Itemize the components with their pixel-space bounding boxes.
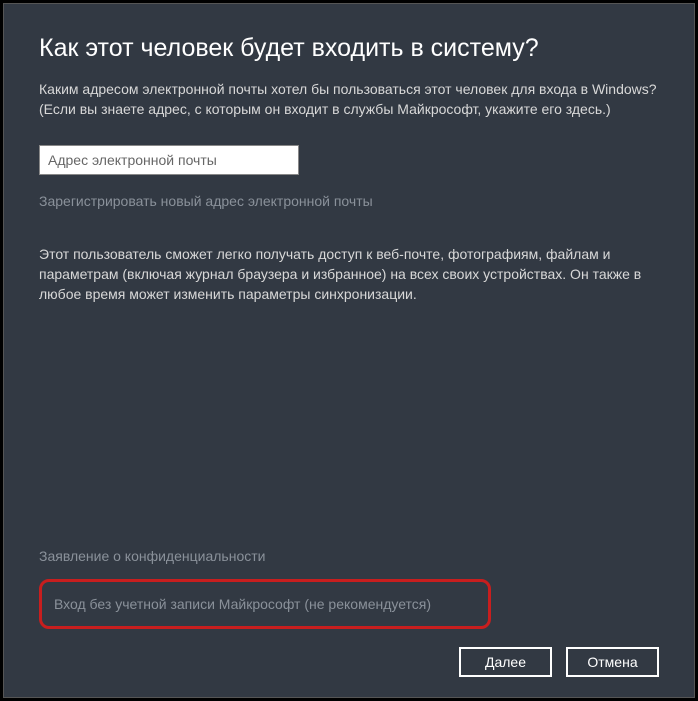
- spacer: [39, 324, 659, 548]
- window-frame: Как этот человек будет входить в систему…: [0, 0, 698, 701]
- sync-info-text: Этот пользователь сможет легко получать …: [39, 244, 659, 305]
- email-input[interactable]: [39, 145, 299, 175]
- dialog-description: Каким адресом электронной почты хотел бы…: [39, 79, 659, 120]
- privacy-statement-link[interactable]: Заявление о конфиденциальности: [39, 548, 659, 564]
- next-button[interactable]: Далее: [459, 647, 552, 677]
- dialog-title: Как этот человек будет входить в систему…: [39, 34, 659, 63]
- add-user-dialog: Как этот человек будет входить в систему…: [3, 3, 695, 698]
- cancel-button[interactable]: Отмена: [566, 647, 659, 677]
- sign-in-without-microsoft-link[interactable]: Вход без учетной записи Майкрософт (не р…: [54, 596, 476, 612]
- register-new-email-link[interactable]: Зарегистрировать новый адрес электронной…: [39, 193, 659, 209]
- button-bar: Далее Отмена: [39, 647, 659, 677]
- highlighted-option-frame: Вход без учетной записи Майкрософт (не р…: [39, 579, 491, 629]
